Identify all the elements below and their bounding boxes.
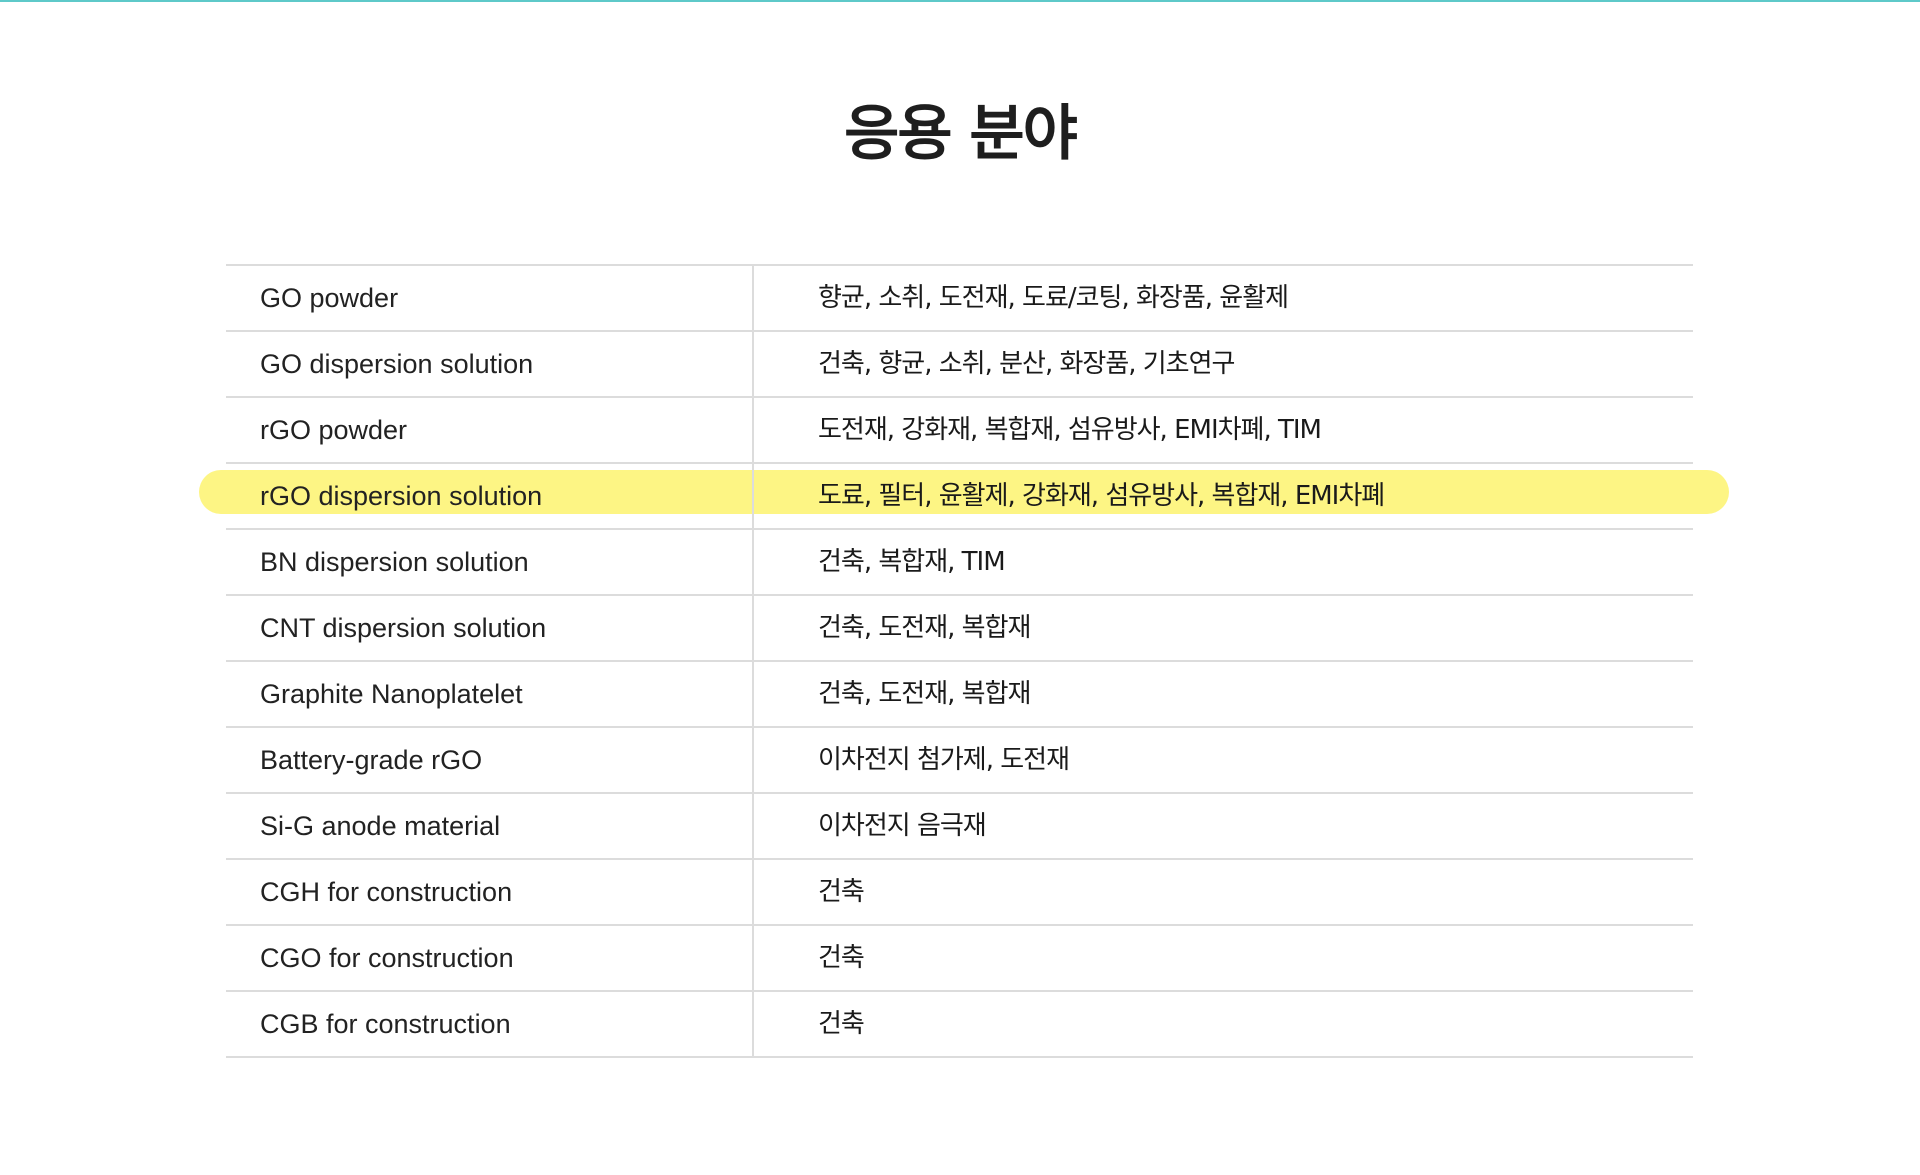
application-fields: 건축	[753, 858, 1693, 925]
table-row: Si-G anode material 이차전지 음극재	[226, 792, 1693, 859]
application-table: GO powder 향균, 소취, 도전재, 도료/코팅, 화장품, 윤활제 G…	[226, 264, 1693, 1058]
application-fields: 건축, 도전재, 복합재	[753, 594, 1693, 661]
application-fields: 건축, 도전재, 복합재	[753, 660, 1693, 727]
product-name: rGO powder	[226, 396, 754, 463]
application-fields: 건축	[753, 990, 1693, 1058]
table-row-highlighted: rGO dispersion solution 도료, 필터, 윤활제, 강화재…	[226, 462, 1693, 529]
table-row: CNT dispersion solution 건축, 도전재, 복합재	[226, 594, 1693, 661]
table-row: CGH for construction 건축	[226, 858, 1693, 925]
application-fields: 건축	[753, 924, 1693, 991]
product-name: Battery-grade rGO	[226, 726, 754, 793]
product-name: CGO for construction	[226, 924, 754, 991]
application-fields: 이차전지 첨가제, 도전재	[753, 726, 1693, 793]
application-table-container: GO powder 향균, 소취, 도전재, 도료/코팅, 화장품, 윤활제 G…	[226, 264, 1693, 1058]
table-row: Battery-grade rGO 이차전지 첨가제, 도전재	[226, 726, 1693, 793]
table-row: Graphite Nanoplatelet 건축, 도전재, 복합재	[226, 660, 1693, 727]
table-row: BN dispersion solution 건축, 복합재, TIM	[226, 528, 1693, 595]
table-row: CGO for construction 건축	[226, 924, 1693, 991]
product-name: Graphite Nanoplatelet	[226, 660, 754, 727]
product-name: BN dispersion solution	[226, 528, 754, 595]
table-row: GO powder 향균, 소취, 도전재, 도료/코팅, 화장품, 윤활제	[226, 264, 1693, 331]
product-name: Si-G anode material	[226, 792, 754, 859]
product-name: CGH for construction	[226, 858, 754, 925]
top-accent-line	[0, 0, 1920, 2]
product-name: CNT dispersion solution	[226, 594, 754, 661]
product-name: GO powder	[226, 264, 754, 331]
page-title: 응용 분야	[844, 99, 1078, 169]
application-fields: 건축, 복합재, TIM	[753, 528, 1693, 595]
product-name: rGO dispersion solution	[226, 462, 754, 529]
table-row: GO dispersion solution 건축, 향균, 소취, 분산, 화…	[226, 330, 1693, 397]
product-name: CGB for construction	[226, 990, 754, 1058]
application-fields: 건축, 향균, 소취, 분산, 화장품, 기초연구	[753, 330, 1693, 397]
application-fields: 향균, 소취, 도전재, 도료/코팅, 화장품, 윤활제	[753, 264, 1693, 331]
application-fields: 이차전지 음극재	[753, 792, 1693, 859]
table-row: rGO powder 도전재, 강화재, 복합재, 섬유방사, EMI차폐, T…	[226, 396, 1693, 463]
product-name: GO dispersion solution	[226, 330, 754, 397]
table-row: CGB for construction 건축	[226, 990, 1693, 1058]
application-fields: 도료, 필터, 윤활제, 강화재, 섬유방사, 복합재, EMI차폐	[753, 462, 1693, 529]
application-fields: 도전재, 강화재, 복합재, 섬유방사, EMI차폐, TIM	[753, 396, 1693, 463]
